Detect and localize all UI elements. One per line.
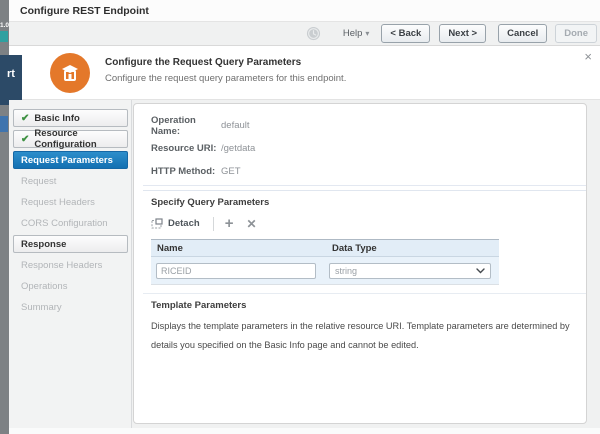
- dialog-title: Configure the Request Query Parameters: [105, 57, 302, 68]
- section-divider: [143, 185, 586, 191]
- background-banner: rt: [0, 55, 22, 105]
- step-label: Response Headers: [21, 259, 103, 271]
- dialog-content-panel: Operation Name: default Resource URI: /g…: [133, 103, 587, 424]
- step-label: Response: [21, 238, 67, 250]
- resource-uri-value: /getdata: [221, 143, 256, 154]
- http-method-value: GET: [221, 166, 241, 177]
- step-label: Resource Configuration: [34, 128, 97, 150]
- background-teal-chip: [0, 31, 8, 42]
- sidebar-item-request-parameters[interactable]: Request Parameters: [13, 151, 128, 169]
- section-divider: [143, 293, 586, 294]
- detach-icon: [151, 217, 163, 228]
- wizard-toolbar: Help ▾ < Back Next > Cancel Done: [9, 22, 600, 46]
- chevron-down-icon: [476, 267, 485, 273]
- template-parameters-heading: Template Parameters: [151, 300, 247, 311]
- delete-parameter-icon[interactable]: ✕: [246, 217, 256, 231]
- sidebar-item-summary: Summary: [13, 298, 128, 316]
- step-label: Request: [21, 175, 57, 187]
- sidebar-item-resource-configuration[interactable]: ✔ Resource Configuration: [13, 128, 128, 150]
- data-type-select[interactable]: string: [329, 262, 491, 279]
- background-version-label: 1.0: [0, 22, 10, 29]
- sidebar-item-cors-configuration: CORS Configuration: [13, 214, 128, 232]
- step-label: Request Headers: [21, 196, 95, 208]
- clock-icon[interactable]: [306, 26, 321, 41]
- window-title-bar: Configure REST Endpoint: [9, 0, 600, 22]
- toolbar-separator: [212, 216, 214, 231]
- step-label: Operations: [21, 280, 68, 292]
- sidebar-item-basic-info[interactable]: ✔ Basic Info: [13, 109, 128, 127]
- rest-adapter-icon: [50, 53, 90, 93]
- resource-uri-label: Resource URI:: [151, 143, 217, 154]
- page-title: Configure REST Endpoint: [20, 4, 149, 17]
- step-label: CORS Configuration: [21, 217, 108, 229]
- dialog-header: Configure the Request Query Parameters C…: [22, 46, 600, 100]
- operation-name-value: default: [221, 120, 250, 131]
- wizard-steps-sidebar: ✔ Basic Info ✔ Resource Configuration Re…: [9, 100, 132, 434]
- detach-button[interactable]: Detach: [151, 217, 200, 230]
- query-parameters-heading: Specify Query Parameters: [151, 197, 270, 208]
- table-row: string: [151, 257, 499, 285]
- chevron-down-icon: ▾: [365, 29, 370, 38]
- detach-label: Detach: [168, 218, 200, 229]
- sidebar-item-response[interactable]: Response: [13, 235, 128, 253]
- close-icon[interactable]: ×: [584, 49, 592, 64]
- operation-name-label: Operation Name:: [151, 114, 196, 137]
- dialog-subtitle: Configure the request query parameters f…: [105, 73, 347, 84]
- data-type-value: string: [335, 265, 358, 276]
- http-method-label: HTTP Method:: [151, 166, 216, 177]
- column-header-data-type: Data Type: [332, 242, 377, 254]
- help-menu[interactable]: Help ▾: [343, 28, 370, 39]
- http-method-row: HTTP Method: GET: [151, 160, 586, 183]
- step-label: Summary: [21, 301, 62, 313]
- sidebar-item-operations: Operations: [13, 277, 128, 295]
- query-parameters-table: Name Data Type string: [151, 239, 499, 285]
- background-banner-text: rt: [7, 68, 15, 80]
- help-label: Help: [342, 28, 363, 39]
- back-button[interactable]: < Back: [381, 24, 431, 43]
- sidebar-item-request-headers: Request Headers: [13, 193, 128, 211]
- step-label: Basic Info: [34, 112, 80, 124]
- template-parameters-description: Displays the template parameters in the …: [151, 321, 570, 350]
- table-header-row: Name Data Type: [151, 239, 499, 257]
- done-button: Done: [555, 24, 597, 43]
- check-icon: ✔: [21, 112, 30, 124]
- sidebar-item-request: Request: [13, 172, 128, 190]
- step-label: Request Parameters: [21, 154, 113, 166]
- resource-uri-row: Resource URI: /getdata: [151, 137, 586, 160]
- cancel-button[interactable]: Cancel: [498, 24, 548, 43]
- dialog-body: ✔ Basic Info ✔ Resource Configuration Re…: [9, 100, 600, 434]
- sidebar-item-response-headers: Response Headers: [13, 256, 128, 274]
- query-parameters-toolbar: Detach + ✕: [151, 214, 586, 233]
- configure-rest-endpoint-window: 1.0 rt Configure REST Endpoint Help ▾ < …: [0, 0, 600, 434]
- param-name-input[interactable]: [156, 262, 316, 279]
- check-icon: ✔: [21, 133, 30, 145]
- next-button[interactable]: Next >: [439, 24, 487, 43]
- dialog-bottom-strip: [9, 428, 600, 434]
- operation-name-row: Operation Name: default: [151, 114, 586, 137]
- background-blue-chip: [0, 116, 8, 132]
- column-header-name: Name: [157, 242, 183, 254]
- add-parameter-icon[interactable]: +: [225, 215, 234, 232]
